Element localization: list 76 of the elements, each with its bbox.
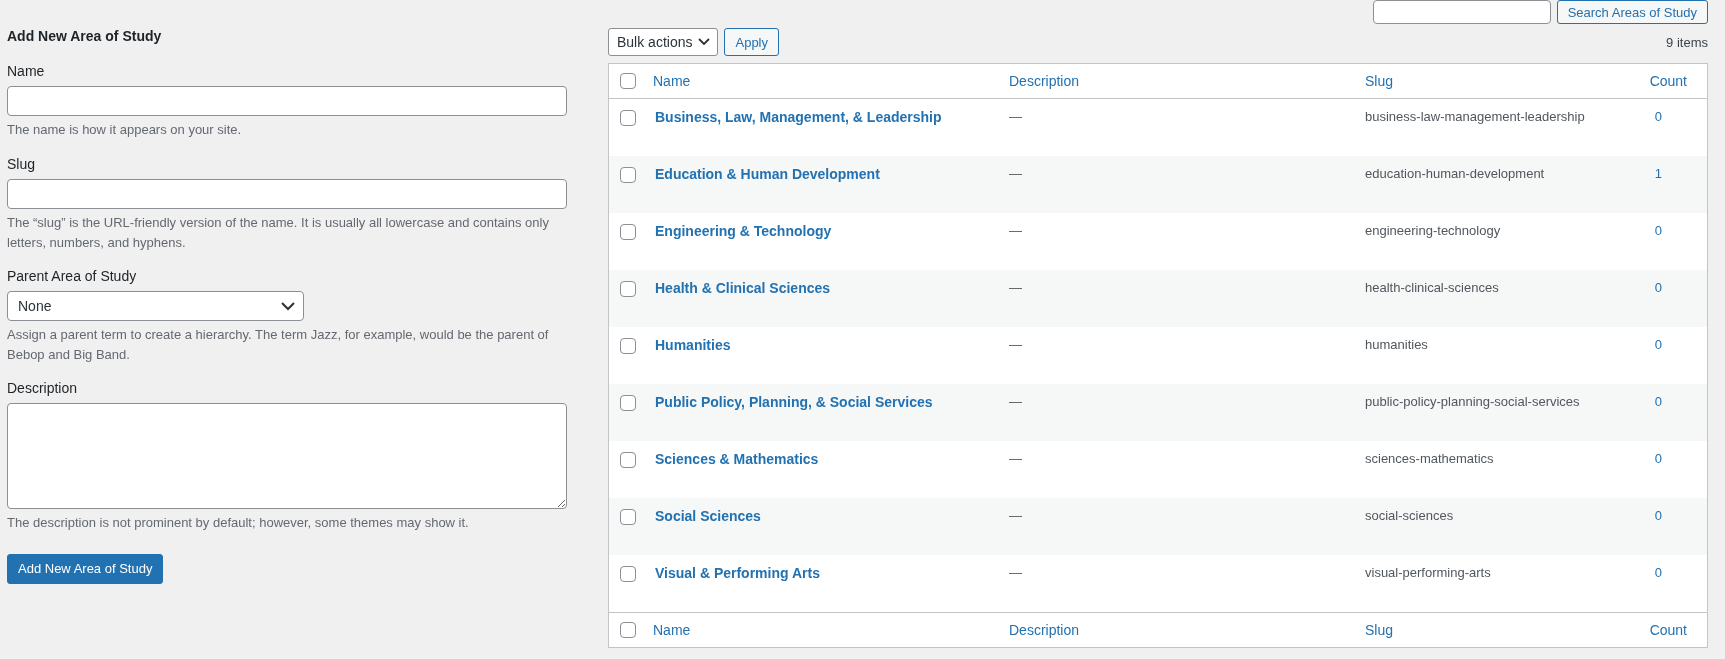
term-name-link[interactable]: Health & Clinical Sciences [653,280,1009,296]
description-cell-text: — [1009,508,1023,523]
slug-cell-text: public-policy-planning-social-services [1365,394,1581,409]
description-cell-text: — [1009,166,1023,181]
help-text: The description is not prominent by default; however, some themes may show it. [7,514,470,533]
column-header[interactable]: Slug [1365,622,1630,638]
term-name-link[interactable]: Business, Law, Management, & Leadership [653,109,1009,125]
checkbox[interactable] [620,110,636,126]
item-count: 9 items [1666,34,1708,50]
chevron-down-icon [698,38,711,46]
slug-cell-text: health-clinical-sciences [1365,280,1500,295]
search-field[interactable] [1372,0,1551,24]
count-link[interactable]: 0 [1654,394,1662,409]
search-button[interactable]: Search Areas of Study [1556,0,1708,24]
count-link[interactable]: 0 [1654,337,1662,352]
checkbox[interactable] [620,167,636,183]
term-name-link[interactable]: Social Sciences [653,508,1009,524]
field-label: Name [7,62,46,81]
text-field[interactable] [7,86,567,117]
description-cell-text: — [1009,223,1023,238]
count-link[interactable]: 0 [1654,280,1662,295]
count-link[interactable]: 0 [1654,451,1662,466]
slug-cell-text: sciences-mathematics [1365,451,1495,466]
help-text: The “slug” is the URL-friendly version of the name. It is usually all lowercase and contains only letters, numbers, and hyphens. [7,214,550,252]
field-label: Parent Area of Study [7,267,138,286]
description-cell-text: — [1009,337,1023,352]
checkbox[interactable] [620,452,636,468]
count-link[interactable]: 0 [1654,109,1662,124]
checkbox[interactable] [620,566,636,582]
term-name-link[interactable]: Engineering & Technology [653,223,1009,239]
help-text: The name is how it appears on your site. [7,121,243,140]
checkbox[interactable] [620,73,636,89]
column-header[interactable]: Slug [1365,73,1630,89]
slug-cell-text: education-human-development [1365,166,1546,181]
checkbox[interactable] [620,509,636,525]
field-label: Slug [7,154,37,174]
help-text: Assign a parent term to create a hierarchy. The term Jazz, for example, would be the parent of Bebop and Big Band. [7,326,550,364]
column-header[interactable]: Description [1009,73,1365,89]
slug-cell-text: social-sciences [1365,508,1455,523]
description-cell-text: — [1009,394,1023,409]
column-header[interactable]: Name [653,622,1009,638]
text-field[interactable] [7,179,567,210]
count-link[interactable]: 0 [1654,508,1662,523]
slug-cell-text: engineering-technology [1365,223,1502,238]
dropdown[interactable]: None [7,291,304,322]
count-link[interactable]: 1 [1654,166,1662,181]
checkbox[interactable] [620,224,636,240]
column-header[interactable]: Count [1649,73,1687,89]
checkbox[interactable] [620,338,636,354]
add-button[interactable]: Add New Area of Study [7,553,164,584]
description-cell-text: — [1009,280,1023,295]
chevron-down-icon [281,301,295,311]
checkbox[interactable] [620,395,636,411]
bulk-actions-dropdown[interactable]: Bulk actions [608,28,719,56]
column-header[interactable]: Count [1649,622,1687,638]
column-header[interactable]: Name [653,73,1009,89]
description-cell-text: — [1009,109,1023,124]
form-title: Add New Area of Study [7,27,163,46]
checkbox[interactable] [620,281,636,297]
term-name-link[interactable]: Visual & Performing Arts [653,565,1009,581]
description-cell-text: — [1009,451,1023,466]
term-name-link[interactable]: Sciences & Mathematics [653,451,1009,467]
slug-cell-text: visual-performing-arts [1365,565,1492,580]
description-cell-text: — [1009,565,1023,580]
term-name-link[interactable]: Education & Human Development [653,166,1009,182]
field-label: Description [7,379,79,398]
apply-button[interactable]: Apply [724,28,779,56]
term-name-link[interactable]: Humanities [653,337,1009,353]
slug-cell-text: humanities [1365,337,1429,352]
count-link[interactable]: 0 [1654,565,1662,580]
term-name-link[interactable]: Public Policy, Planning, & Social Services [653,394,1009,410]
count-link[interactable]: 0 [1654,223,1662,238]
textarea-field[interactable] [7,403,567,510]
checkbox[interactable] [620,622,636,638]
slug-cell-text: business-law-management-leadership [1365,109,1586,124]
column-header[interactable]: Description [1009,622,1365,638]
